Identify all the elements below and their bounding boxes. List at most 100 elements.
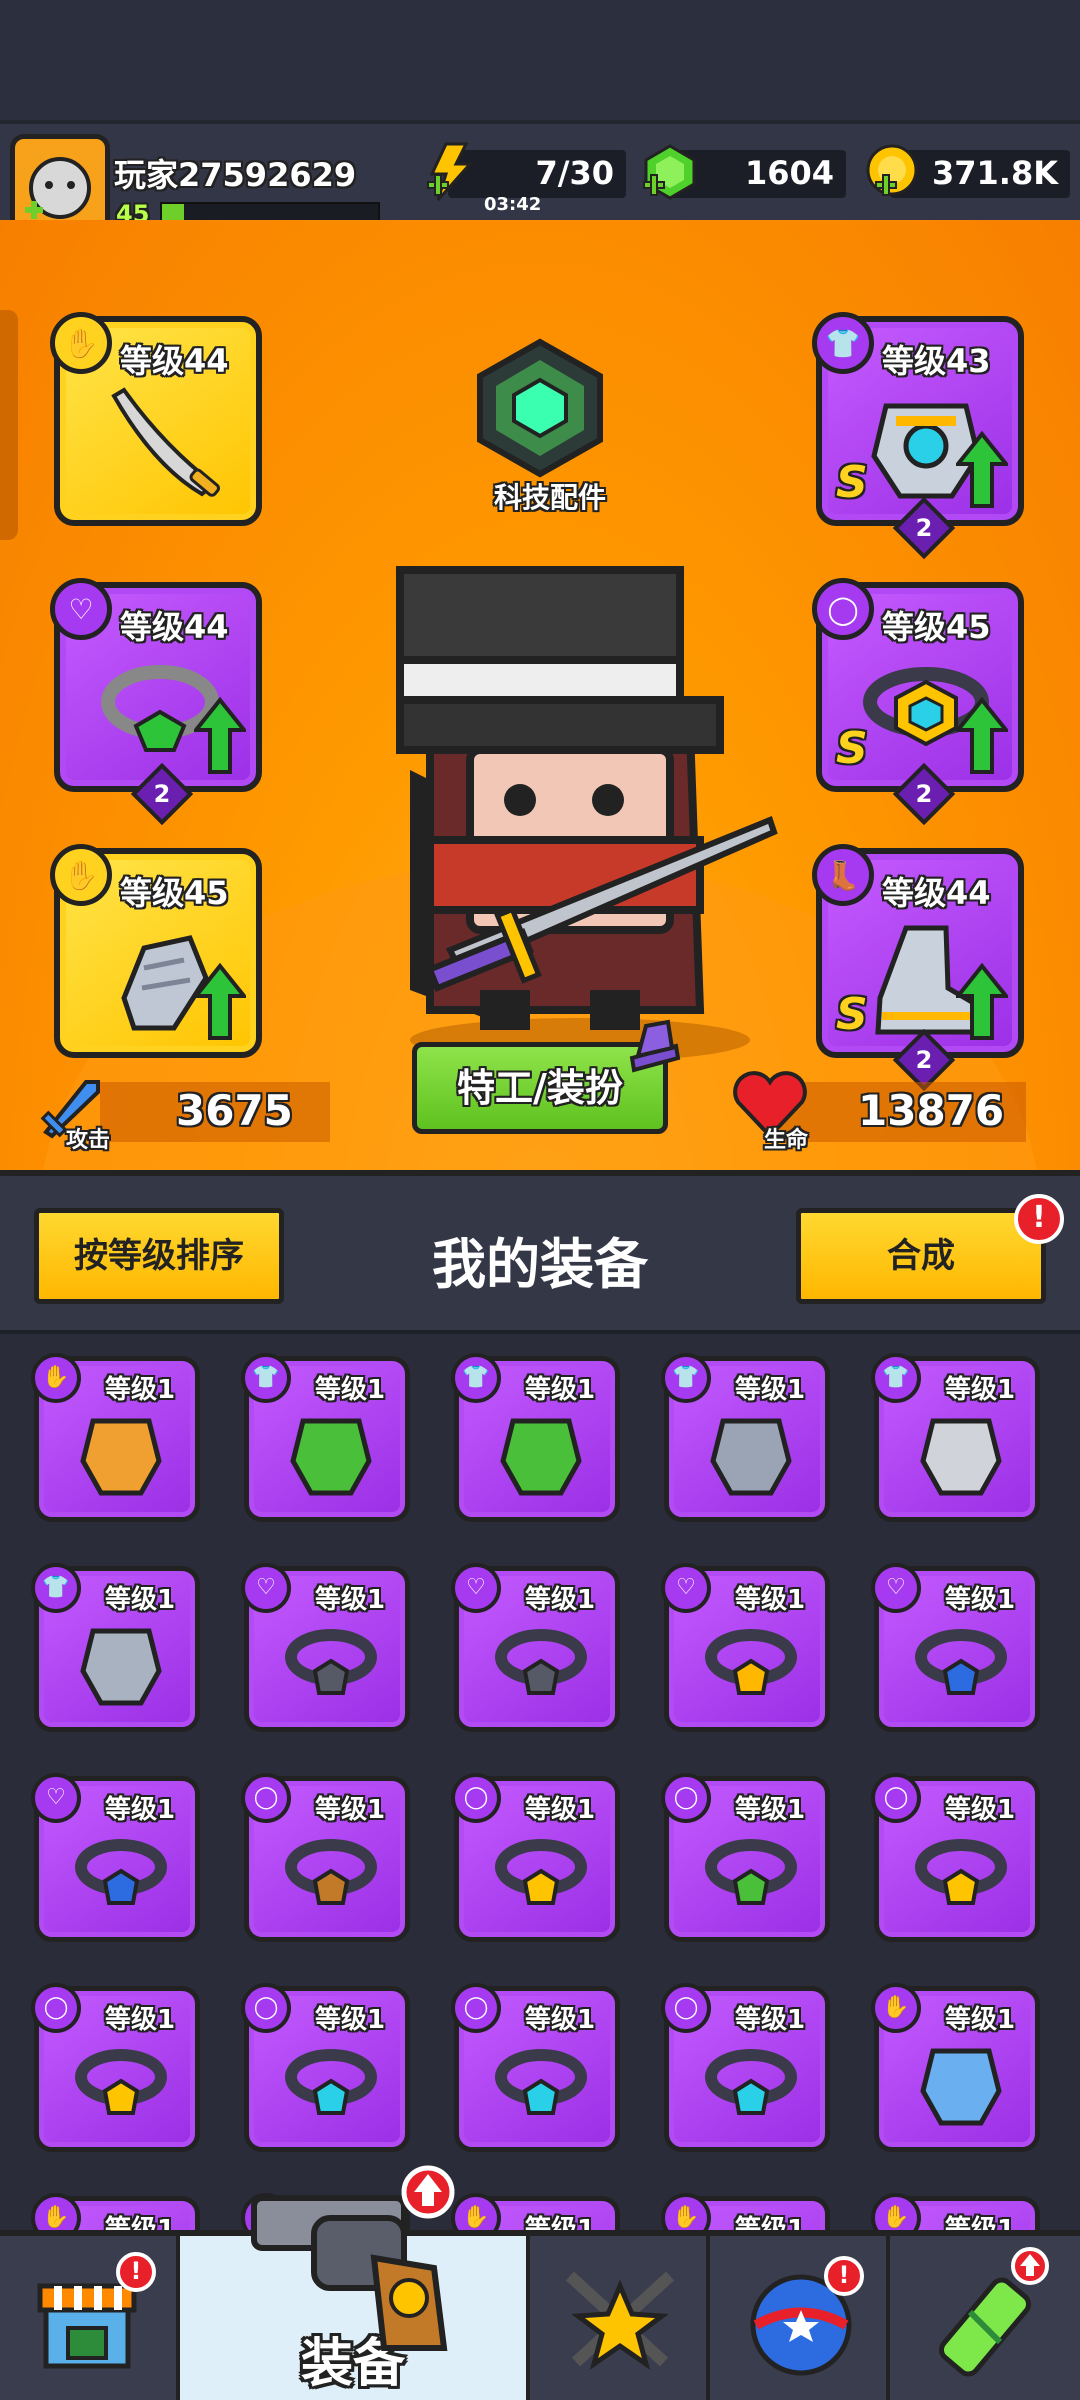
grade-s-badge: S	[836, 989, 868, 1040]
shield-necklace-icon	[915, 1629, 1007, 1695]
coin-icon	[866, 144, 918, 196]
inventory-item[interactable]: 👕 等级1	[661, 1353, 830, 1522]
weapon-type-icon: ✋	[50, 312, 112, 374]
belt-type-icon: ◯	[812, 578, 874, 640]
inventory-item[interactable]: ✋等级1	[661, 2193, 830, 2230]
inventory-item[interactable]: 👕 等级1	[871, 1353, 1040, 1522]
belt-type-icon: ◯	[661, 1773, 711, 1823]
item-level: 等级1	[945, 1795, 1016, 1825]
inventory-item[interactable]: 👕 等级1	[31, 1563, 200, 1732]
item-level: 等级1	[945, 2215, 1016, 2230]
coins-value: 371.8K	[931, 154, 1058, 192]
tab-dna[interactable]	[890, 2236, 1080, 2400]
slot-necklace[interactable]: ♡ 等级44 2	[50, 578, 262, 826]
tech-part-hex-icon[interactable]	[470, 338, 610, 478]
inventory-item[interactable]: ◯ 等级1	[451, 1983, 620, 2152]
inventory-item[interactable]: ♡ 等级1	[871, 1563, 1040, 1732]
belt-type-icon: ◯	[451, 1773, 501, 1823]
inventory-item[interactable]: ◯ 等级1	[661, 1773, 830, 1942]
equipment-title: 我的装备	[432, 1233, 648, 1296]
gloves-type-icon: ✋	[661, 2193, 711, 2230]
hp-label: 生命	[764, 1128, 809, 1153]
armor-type-icon: 👕	[661, 1353, 711, 1403]
gem-icon	[643, 144, 696, 200]
inventory-item[interactable]: ◯ 等级1	[241, 1983, 410, 2152]
inventory-item[interactable]: ✋等级1	[31, 1353, 200, 1522]
tab-battle[interactable]	[530, 2236, 710, 2400]
inventory-item[interactable]: ◯ 等级1	[451, 1773, 620, 1942]
item-level: 等级1	[735, 1795, 806, 1825]
upgrade-alert-icon	[1011, 2247, 1049, 2285]
slot-boots[interactable]: 👢 等级44 S 2	[812, 844, 1024, 1092]
coins-counter[interactable]: 371.8K	[866, 144, 1070, 198]
inventory-item[interactable]: ◯ 等级1	[241, 1773, 410, 1942]
inventory-item[interactable]: ✋等级1	[451, 2193, 620, 2230]
item-level: 等级1	[735, 1375, 806, 1405]
green-armor-icon	[290, 1418, 372, 1496]
inventory-item[interactable]: ✋等级1	[871, 1983, 1040, 2152]
inventory-item[interactable]: ◯ 等级1	[661, 1983, 830, 2152]
gems-counter[interactable]: 1604	[643, 144, 846, 200]
inventory-item[interactable]: ♡ 等级1	[661, 1563, 830, 1732]
gloves-type-icon: ✋	[871, 1983, 921, 2033]
inventory-item[interactable]: ◯ 等级1	[31, 1983, 200, 2152]
equipment-upgrade-alert-icon	[401, 2165, 455, 2219]
armor-type-icon: 👕	[871, 1353, 921, 1403]
tab-gacha[interactable]: !	[710, 2236, 890, 2400]
status-bar	[0, 0, 1080, 120]
inventory-item[interactable]: 👕 等级1	[241, 1353, 410, 1522]
necklace-type-icon: ♡	[451, 1563, 501, 1613]
slot-belt[interactable]: ◯ 等级45 S 2	[812, 578, 1024, 826]
weapon-type-icon: ✋	[31, 1353, 81, 1403]
boots-type-icon: 👢	[812, 844, 874, 906]
energy-counter[interactable]: 7/30	[427, 142, 626, 201]
bottom-nav: ! 装备 !	[0, 2165, 1080, 2400]
item-level: 等级1	[945, 1375, 1016, 1405]
merge-button[interactable]: 合成	[796, 1208, 1046, 1304]
tab-shop[interactable]: !	[0, 2236, 180, 2400]
player-name: 玩家27592629	[114, 156, 357, 194]
gloves-type-icon: ✋	[50, 844, 112, 906]
necklace-type-icon: ♡	[50, 578, 112, 640]
hero-area: ✋ 等级44 ♡ 等级44 2 ✋ 等级45 👕 等级43 S 2 ◯ 等级45…	[0, 220, 1080, 1170]
armor-type-icon: 👕	[812, 312, 874, 374]
inventory-item[interactable]: ♡ 等级1	[451, 1563, 620, 1732]
armor-type-icon: 👕	[241, 1353, 291, 1403]
tech-part-label: 科技配件	[493, 481, 606, 514]
belt-type-icon: ◯	[241, 1773, 291, 1823]
item-level: 等级1	[105, 1795, 176, 1825]
inventory-item[interactable]: 👕 等级1	[451, 1353, 620, 1522]
inventory-item[interactable]: ✋等级1	[871, 2193, 1040, 2230]
star-swords-icon	[565, 2271, 675, 2370]
item-level: 等级1	[525, 1795, 596, 1825]
slot-armor[interactable]: 👕 等级43 S 2	[812, 312, 1024, 560]
inventory-item[interactable]: ◯ 等级1	[871, 1773, 1040, 1942]
slot-weapon[interactable]: ✋ 等级44	[50, 312, 262, 526]
avatar[interactable]	[10, 134, 110, 234]
item-level: 等级1	[525, 1375, 596, 1405]
item-level: 等级1	[315, 1795, 386, 1825]
hp-value: 13876	[858, 1086, 1005, 1135]
inventory-item[interactable]: ♡ 等级1	[241, 1563, 410, 1732]
grade-s-badge: S	[836, 723, 868, 774]
inventory-item[interactable]: ✋等级1	[31, 2193, 200, 2230]
belt-type-icon: ◯	[661, 1983, 711, 2033]
slot-gloves[interactable]: ✋ 等级45	[50, 844, 262, 1058]
side-drawer-tab[interactable]	[0, 310, 18, 540]
necklace-type-icon: ♡	[871, 1563, 921, 1613]
hero-character	[396, 566, 778, 1062]
top-header: 玩家27592629 45 7/30 03:42 1604 371.8K	[0, 120, 1080, 234]
gems-value: 1604	[744, 154, 834, 192]
merge-alert-icon: !	[1014, 1194, 1064, 1244]
inventory-item[interactable]: ♡ 等级1	[31, 1773, 200, 1942]
belt-type-icon: ◯	[871, 1773, 921, 1823]
attack-value: 3675	[176, 1086, 293, 1135]
shop-alert-icon: !	[116, 2252, 156, 2292]
armor-type-icon: 👕	[31, 1563, 81, 1613]
necklace-type-icon: ♡	[661, 1563, 711, 1613]
dna-capsule-icon	[939, 2277, 1031, 2377]
necklace-type-icon: ♡	[241, 1563, 291, 1613]
sort-by-level-button[interactable]: 按等级排序	[34, 1208, 284, 1304]
item-level: 等级1	[735, 2005, 806, 2035]
item-level: 等级1	[735, 1585, 806, 1615]
